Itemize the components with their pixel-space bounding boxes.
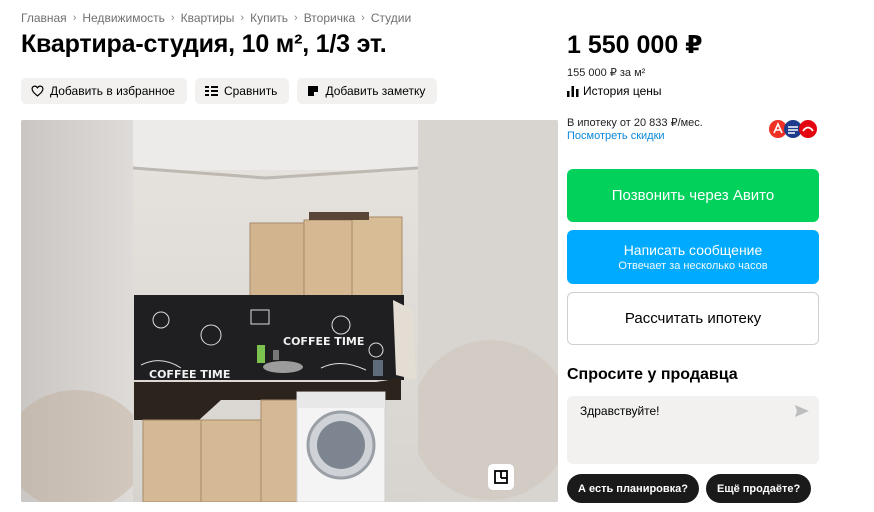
ask-seller-heading: Спросите у продавца bbox=[567, 366, 738, 383]
poster-text-1: COFFEE TIME bbox=[149, 368, 230, 381]
chevron-right-icon: › bbox=[361, 12, 365, 24]
call-avito-button[interactable]: Позвонить через Авито bbox=[567, 169, 819, 222]
ask-seller-input-value: Здравствуйте! bbox=[580, 404, 660, 418]
price: 1 550 000 ₽ bbox=[567, 31, 703, 59]
write-message-label: Написать сообщение bbox=[623, 242, 763, 258]
chevron-right-icon: › bbox=[240, 12, 245, 24]
compare-icon bbox=[204, 86, 218, 96]
quick-question-chip[interactable]: Ещё продаёте? bbox=[706, 474, 812, 503]
send-icon[interactable] bbox=[795, 405, 809, 417]
breadcrumb-secondary[interactable]: Вторичка bbox=[304, 11, 355, 25]
add-favorite-label: Добавить в избранное bbox=[50, 84, 175, 98]
listing-photo: COFFEE TIME COFFEE TIME bbox=[21, 120, 558, 502]
listing-actions: Добавить в избранное Сравнить Добавить з… bbox=[21, 78, 438, 104]
quick-questions: А есть планировка? Ещё продаёте? bbox=[567, 474, 812, 503]
floor-plan-icon bbox=[494, 470, 508, 484]
add-note-button[interactable]: Добавить заметку bbox=[297, 78, 438, 104]
chevron-right-icon: › bbox=[294, 12, 298, 24]
price-history-link[interactable]: История цены bbox=[567, 84, 662, 98]
price-history-label: История цены bbox=[583, 84, 662, 98]
heart-icon bbox=[31, 85, 44, 97]
compare-label: Сравнить bbox=[223, 84, 278, 98]
page-title: Квартира-студия, 10 м², 1/3 эт. bbox=[21, 30, 387, 58]
quick-question-chip[interactable]: А есть планировка? bbox=[567, 474, 699, 503]
calc-mortgage-label: Рассчитать ипотеку bbox=[624, 310, 762, 327]
floor-plan-button[interactable] bbox=[488, 464, 514, 490]
calc-mortgage-button[interactable]: Рассчитать ипотеку bbox=[567, 292, 819, 345]
compare-button[interactable]: Сравнить bbox=[194, 78, 290, 104]
mts-bank-icon bbox=[799, 120, 817, 138]
price-per-meter: 155 000 ₽ за м² bbox=[567, 67, 646, 79]
reply-time-label: Отвечает за несколько часов bbox=[618, 260, 768, 272]
poster-text-2: COFFEE TIME bbox=[283, 335, 364, 348]
chevron-right-icon: › bbox=[72, 12, 77, 24]
breadcrumb-studios[interactable]: Студии bbox=[371, 11, 411, 25]
breadcrumb-home[interactable]: Главная bbox=[21, 11, 67, 25]
chart-icon bbox=[567, 85, 579, 97]
write-message-button[interactable]: Написать сообщение Отвечает за несколько… bbox=[567, 230, 819, 284]
chevron-right-icon: › bbox=[170, 12, 175, 24]
discounts-link[interactable]: Посмотреть скидки bbox=[567, 130, 665, 142]
bank-logos bbox=[769, 120, 817, 138]
breadcrumb: Главная › Недвижимость › Квартиры › Купи… bbox=[21, 11, 411, 25]
add-note-label: Добавить заметку bbox=[325, 84, 426, 98]
mortgage-text: В ипотеку от 20 833 ₽/мес. bbox=[567, 117, 703, 129]
breadcrumb-realty[interactable]: Недвижимость bbox=[82, 11, 165, 25]
photo-gallery[interactable]: COFFEE TIME COFFEE TIME bbox=[21, 120, 558, 502]
add-favorite-button[interactable]: Добавить в избранное bbox=[21, 78, 187, 104]
ask-seller-input[interactable]: Здравствуйте! bbox=[567, 396, 819, 464]
breadcrumb-buy[interactable]: Купить bbox=[250, 11, 288, 25]
call-avito-label: Позвонить через Авито bbox=[611, 187, 775, 204]
breadcrumb-apartments[interactable]: Квартиры bbox=[181, 11, 235, 25]
note-icon bbox=[308, 86, 319, 96]
